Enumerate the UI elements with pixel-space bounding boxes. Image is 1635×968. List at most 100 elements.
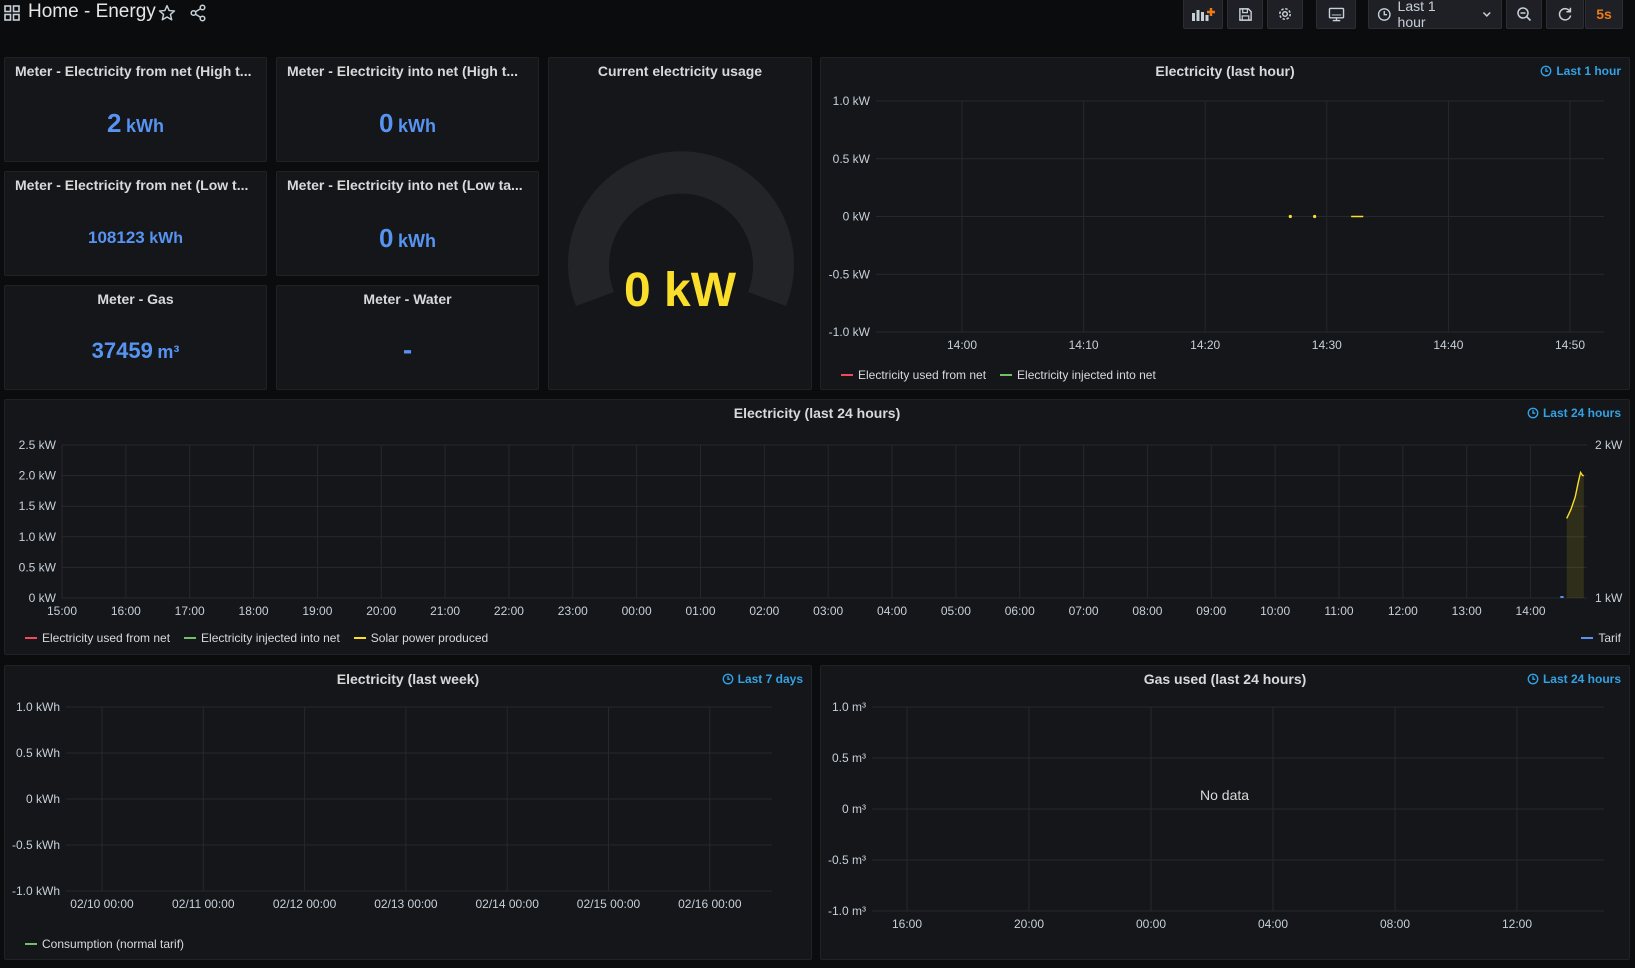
y-tick-label: 1.5 kW [19,499,57,513]
clock-icon [1540,65,1552,77]
time-range-picker[interactable]: Last 1 hour [1368,0,1502,30]
y-tick-label: -1.0 m³ [828,904,866,918]
stat-panel-electricity-from-net-low[interactable]: Meter - Electricity from net (Low t... 1… [4,171,267,276]
x-tick-label: 02/10 00:00 [70,897,134,911]
stat-value: 37459 m³ [5,338,266,364]
legend-item[interactable]: Electricity used from net [841,368,986,382]
legend-swatch [1000,374,1013,376]
tv-mode-button[interactable] [1316,0,1356,29]
refresh-interval-picker[interactable]: 5s [1585,0,1623,29]
time-override-info: Last 24 hours [1527,672,1621,686]
dashboard-settings-button[interactable] [1267,0,1303,29]
y-tick-label: 2.0 kW [19,469,57,483]
x-tick-label: 15:00 [47,604,77,618]
add-panel-button[interactable] [1183,0,1223,29]
x-tick-label: 03:00 [813,604,843,618]
legend-item[interactable]: Consumption (normal tarif) [25,937,184,951]
x-tick-label: 18:00 [239,604,269,618]
y-tick-label: -0.5 m³ [828,853,866,867]
dashboard-title[interactable]: Home - Energy [28,1,156,23]
apps-icon[interactable] [4,5,20,21]
y-tick-label: 0 kWh [26,792,60,806]
x-tick-label: 14:00 [1516,604,1546,618]
legend-swatch [1581,637,1594,639]
time-override-info: Last 1 hour [1540,64,1621,78]
legend-label: Electricity injected into net [201,631,340,645]
panel-title: Electricity (last hour) [1155,63,1295,79]
legend-label: Electricity used from net [42,631,171,645]
chart-legend: Consumption (normal tarif) [25,937,184,951]
save-icon [1238,7,1252,21]
gauge-value: 0 kW [623,264,737,317]
time-override-label: Last 24 hours [1542,672,1621,686]
save-dashboard-button[interactable] [1227,0,1263,29]
stat-unit: kWh [149,230,183,247]
x-tick-label: 20:00 [1014,917,1044,931]
panel-title: Meter - Electricity from net (High t... [15,63,252,79]
x-tick-label: 10:00 [1260,604,1290,618]
stat-panel-electricity-into-net-high[interactable]: Meter - Electricity into net (High t... … [276,57,539,162]
y-tick-label: 1.0 kW [19,530,57,544]
x-tick-label: 08:00 [1380,917,1410,931]
chart-legend: Electricity used from net Electricity in… [25,631,488,645]
stat-number: - [402,334,413,365]
graph-panel-electricity-last-hour[interactable]: Electricity (last hour) Last 1 hour 1.0 … [820,57,1630,390]
time-override-label: Last 24 hours [1542,406,1621,420]
legend-swatch [25,637,37,639]
y-tick-label: 1.0 kW [833,94,871,108]
clock-icon [1527,673,1539,685]
chart-electricity-last-hour: 1.0 kW 0.5 kW 0 kW -0.5 kW -1.0 kW 14:00 14:10… [829,94,1604,352]
legend-label: Electricity used from net [858,368,987,382]
stat-number: 37459 [91,338,153,363]
stat-panel-gas[interactable]: Meter - Gas 37459 m³ [4,285,267,390]
zoom-out-button[interactable] [1506,0,1542,29]
no-data-message: No data [1200,787,1250,803]
y-tick-label: -1.0 kW [829,325,871,339]
y-tick-label: -0.5 kW [829,267,871,281]
x-tick-label: 02/11 00:00 [172,897,235,911]
x-tick-label: 14:50 [1555,338,1585,352]
x-tick-label: 05:00 [941,604,971,618]
legend-item[interactable]: Electricity injected into net [184,631,340,645]
star-icon[interactable] [158,4,176,22]
clock-icon [722,673,734,685]
legend-label: Tarif [1598,631,1621,645]
stat-value: 0 kWh [277,108,538,139]
panel-title: Meter - Water [363,291,452,307]
stat-panel-electricity-into-net-low[interactable]: Meter - Electricity into net (Low ta... … [276,171,539,276]
graph-panel-gas-last-24h[interactable]: Gas used (last 24 hours) Last 24 hours 1… [820,665,1630,960]
legend-item[interactable]: Electricity injected into net [1000,368,1156,382]
chart-electricity-last-week: 1.0 kWh 0.5 kWh 0 kWh -0.5 kWh -1.0 kWh 02/10… [12,700,772,911]
legend-item[interactable]: Solar power produced [353,631,488,645]
x-tick-label: 22:00 [494,604,524,618]
share-icon[interactable] [190,4,206,22]
x-tick-label: 12:00 [1502,917,1532,931]
panel-title: Meter - Gas [97,291,174,307]
x-tick-label: 04:00 [1258,917,1288,931]
y-tick-label: 0.5 kW [833,152,871,166]
time-range-label: Last 1 hour [1397,0,1436,30]
clock-icon [1527,407,1539,419]
x-tick-label: 23:00 [558,604,588,618]
chart-legend-right: Tarif [1581,631,1621,645]
graph-panel-electricity-last-24h[interactable]: Electricity (last 24 hours) Last 24 hour… [4,399,1630,655]
x-tick-label: 09:00 [1196,604,1226,618]
legend-label: Consumption (normal tarif) [42,937,185,951]
y2-tick-label: 2 kW [1595,438,1623,452]
x-tick-label: 06:00 [1005,604,1035,618]
time-override-info: Last 24 hours [1527,406,1621,420]
y-tick-label: 2.5 kW [19,438,57,452]
stat-panel-water[interactable]: Meter - Water - [276,285,539,390]
x-tick-label: 01:00 [685,604,715,618]
y-tick-label: -0.5 kWh [12,838,60,852]
graph-panel-electricity-last-week[interactable]: Electricity (last week) Last 7 days 1.0 … [4,665,812,960]
refresh-button[interactable] [1546,0,1584,29]
stat-panel-electricity-from-net-high[interactable]: Meter - Electricity from net (High t... … [4,57,267,162]
x-tick-label: 13:00 [1452,604,1482,618]
panel-title: Gas used (last 24 hours) [1143,671,1307,687]
legend-swatch [353,637,366,639]
chart-electricity-last-24h: 2.5 kW 2.0 kW 1.5 kW 1.0 kW 0.5 kW 0 kW15:00 1… [19,438,1623,618]
legend-item[interactable]: Electricity used from net [25,631,170,645]
legend-item[interactable]: Tarif [1581,631,1621,645]
gauge-panel-current-usage[interactable]: Current electricity usage 0 kW [548,57,812,390]
